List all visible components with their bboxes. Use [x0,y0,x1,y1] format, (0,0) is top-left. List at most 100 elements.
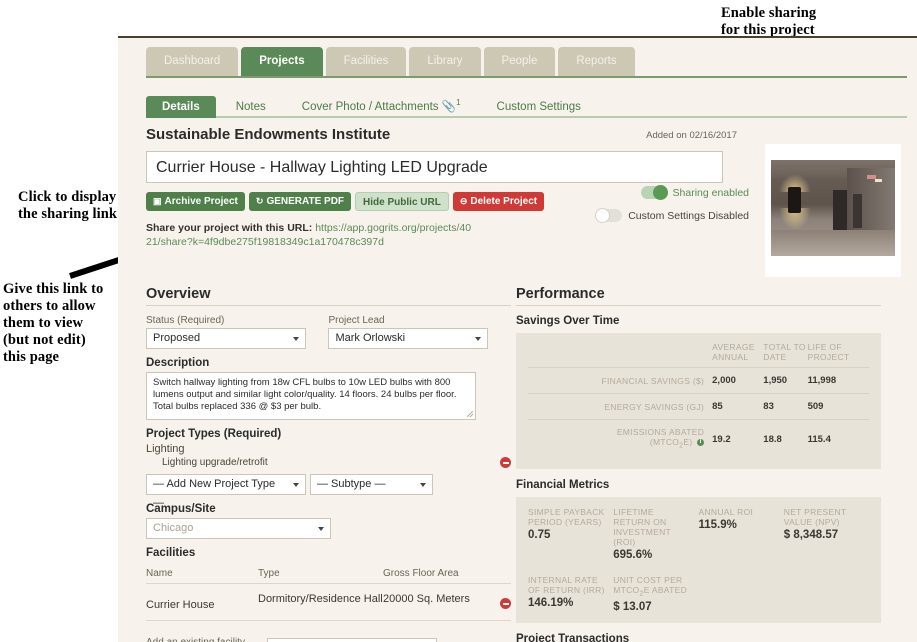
sharing-toggle[interactable] [640,185,668,201]
metric-annual-roi-label: ANNUAL ROI [698,506,754,517]
metric-simple-payback-value: 0.75 [528,528,551,541]
organization-title: Sustainable Endowments Institute [146,125,391,143]
financial-savings-label: FINANCIAL SAVINGS ($) [528,367,713,394]
project-type-row: Lighting upgrade/retrofit [162,457,511,468]
project-type-subtype: Lighting upgrade/retrofit [162,457,268,468]
nav-tab-people[interactable]: People [483,47,556,76]
project-lead-label: Project Lead [328,315,385,326]
metric-npv-value: $ 8,348.57 [783,528,839,541]
overview-section-title: Overview [146,286,211,302]
emissions-abated-life: 115.4 [807,418,869,459]
facilities-table: Name Type Gross Floor Area Currier House Do… [146,563,511,621]
savings-over-time-title: Savings Over Time [516,315,620,327]
financial-metrics-title: Financial Metrics [516,478,610,491]
facilities-col-type: Type [258,568,280,579]
metric-annual-roi-value: 115.9% [698,518,737,531]
metric-lifetime-roi-label: LIFETIME RETURN ON INVESTMENT (ROI) [613,506,671,547]
status-label: Status (Required) [146,315,225,326]
added-on-date: Added on 02/16/2017 [646,129,737,141]
financial-metrics-grid: SIMPLE PAYBACK PERIOD (YEARS) 0.75 LIFET… [528,507,869,614]
nav-divider [146,76,907,78]
annotation-enable-sharing: Enable sharing for this project [721,5,817,38]
overview-column: Overview Status (Required) Proposed Proj… [146,286,511,642]
custom-settings-toggle[interactable] [595,208,623,224]
emissions-abated-total: 18.8 [763,418,808,459]
main-navigation: Dashboard Projects Facilities Library People… [118,38,917,76]
financial-savings-avg: 2,000 [712,367,764,394]
delete-project-label: Delete Project [470,195,538,207]
nav-tab-reports[interactable]: Reports [558,47,635,76]
nav-tab-dashboard[interactable]: Dashboard [146,47,239,76]
metric-lifetime-roi-value: 695.6% [613,548,653,561]
add-facility-select[interactable]: — Select existing facility — [267,638,437,642]
metric-irr: INTERNAL RATE OF RETURN (IRR) 146.19% [528,575,613,614]
description-textarea[interactable]: Switch hallway lighting from 18w CFL bul… [146,372,476,420]
table-row: Currier House Dormitory/Residence Hall200… [146,584,511,618]
savings-col-average-annual: AVERAGE ANNUAL [712,342,755,362]
remove-facility-icon[interactable] [500,598,511,609]
facility-area: 20000 Sq. Meters [383,593,470,605]
generate-pdf-label: GENERATE PDF [266,195,345,207]
project-type-category: Lighting [146,443,185,455]
project-transactions-title: Project Transactions [516,633,630,642]
share-url-block: Share your project with this URL: https:… [146,221,476,249]
metric-npv: NET PRESENT VALUE (NPV) $ 8,348.57 [784,507,869,561]
nav-tab-library[interactable]: Library [409,47,481,76]
app-window: Dashboard Projects Facilities Library People… [118,36,917,642]
generate-pdf-button[interactable]: ↻ GENERATE PDF [248,191,352,211]
energy-savings-life: 509 [807,393,869,420]
share-url-prefix: Share your project with this URL: [146,221,313,234]
remove-project-type-icon[interactable] [500,457,511,468]
sub-tab-details[interactable]: Details [146,95,216,118]
table-row: ENERGY SAVINGS (GJ) 85 83 509 [528,393,869,420]
add-facility-row: Add an existing facility to this project… [146,637,511,642]
sub-navigation: Details Notes Cover Photo / Attachments 📎1… [118,92,917,118]
energy-savings-avg: 85 [712,393,764,420]
cover-photo-image [771,160,895,256]
savings-table: AVERAGE ANNUAL TOTAL TO DATE LIFE OF PRO… [528,342,869,459]
metric-irr-label: INTERNAL RATE OF RETURN (IRR) [528,574,605,595]
project-lead-field: Project Lead Mark Orlowski [328,315,489,349]
savings-col-total-to-date: TOTAL TO DATE [763,342,806,362]
sub-tab-cover-photo-label: Cover Photo / Attachments [301,100,439,113]
info-icon[interactable]: i [697,439,705,447]
facility-name: Currier House [146,599,215,611]
metric-lifetime-roi: LIFETIME RETURN ON INVESTMENT (ROI) 695.… [613,507,698,561]
custom-settings-toggle-label: Custom Settings Disabled [628,209,749,222]
nav-tab-projects[interactable]: Projects [241,47,323,76]
sub-tab-notes[interactable]: Notes [220,96,282,118]
facilities-label: Facilities [146,547,196,559]
performance-section-title: Performance [516,286,605,302]
sub-tab-custom-settings[interactable]: Custom Settings [481,96,597,118]
financial-savings-life: 11,998 [807,367,869,394]
delete-project-button[interactable]: ⊖ Delete Project [452,191,545,211]
paperclip-icon: 📎 [438,100,457,113]
campus-site-select[interactable]: Chicago [146,518,331,539]
project-title-input[interactable]: Currier House - Hallway Lighting LED Upg… [146,150,723,183]
project-subtype-select[interactable]: — Subtype — [310,474,433,495]
table-row: EMISSIONS ABATED (MTCO2E) i 19.2 18.8 115… [528,418,869,459]
nav-tab-facilities[interactable]: Facilities [325,47,407,76]
archive-project-button[interactable]: ▣ Archive Project [146,191,245,211]
metric-simple-payback-label: SIMPLE PAYBACK PERIOD (YEARS) [528,506,605,527]
hide-public-url-button[interactable]: Hide Public URL [355,191,449,211]
savings-col-life-of-project: LIFE OF PROJECT [807,342,850,362]
status-lead-row: Status (Required) Proposed Project Lead … [146,315,511,349]
metric-unit-cost: UNIT COST PER MTCO2E ABATED $ 13.07 [613,575,698,614]
energy-savings-label: ENERGY SAVINGS (GJ) [528,393,713,420]
project-lead-select[interactable]: Mark Orlowski [328,328,489,349]
campus-site-label: Campus/Site [146,503,216,515]
metric-unit-cost-value: $ 13.07 [613,601,652,614]
table-row: FINANCIAL SAVINGS ($) 2,000 1,950 11,998 [528,367,869,394]
status-select[interactable]: Proposed [146,328,306,349]
metric-irr-value: 146.19% [528,596,574,609]
metric-simple-payback: SIMPLE PAYBACK PERIOD (YEARS) 0.75 [528,507,613,561]
sharing-toggles: Sharing enabled Custom Settings Disabled [595,184,749,230]
sub-tab-cover-photo-attachments[interactable]: Cover Photo / Attachments 📎1 [286,92,477,114]
performance-column: Performance Savings Over Time AVERAGE AN… [516,286,881,642]
emissions-abated-label: EMISSIONS ABATED (MTCO2E) i [528,418,713,459]
facility-type: Dormitory/Residence Hall [258,593,383,605]
sharing-toggle-row: Sharing enabled [596,184,749,203]
archive-project-label: Archive Project [164,195,238,207]
add-project-type-select[interactable]: — Add New Project Type — [146,474,306,509]
